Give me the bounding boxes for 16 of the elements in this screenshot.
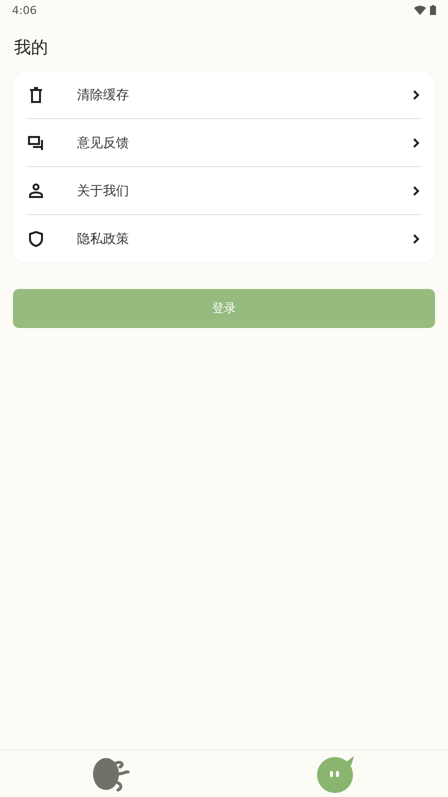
chevron-icon [411, 232, 421, 244]
menu-item[interactable]: 关于我们 [77, 182, 411, 200]
menu-item[interactable]: 意见反馈 [77, 134, 411, 152]
trash-icon [27, 86, 45, 104]
status-time: 4:06 [12, 4, 37, 16]
page-title: 我的 [14, 37, 49, 59]
wifi-icon [414, 5, 426, 15]
person-icon [27, 182, 45, 200]
chevron-icon [411, 184, 421, 196]
shield-icon [27, 230, 45, 248]
chevron-icon [411, 88, 421, 100]
menu-item[interactable]: 隐私政策 [77, 230, 411, 248]
battery-icon [430, 5, 436, 15]
chat-icon [27, 134, 45, 152]
menu-item[interactable]: 清除缓存 [77, 86, 411, 104]
chevron-icon [411, 136, 421, 148]
